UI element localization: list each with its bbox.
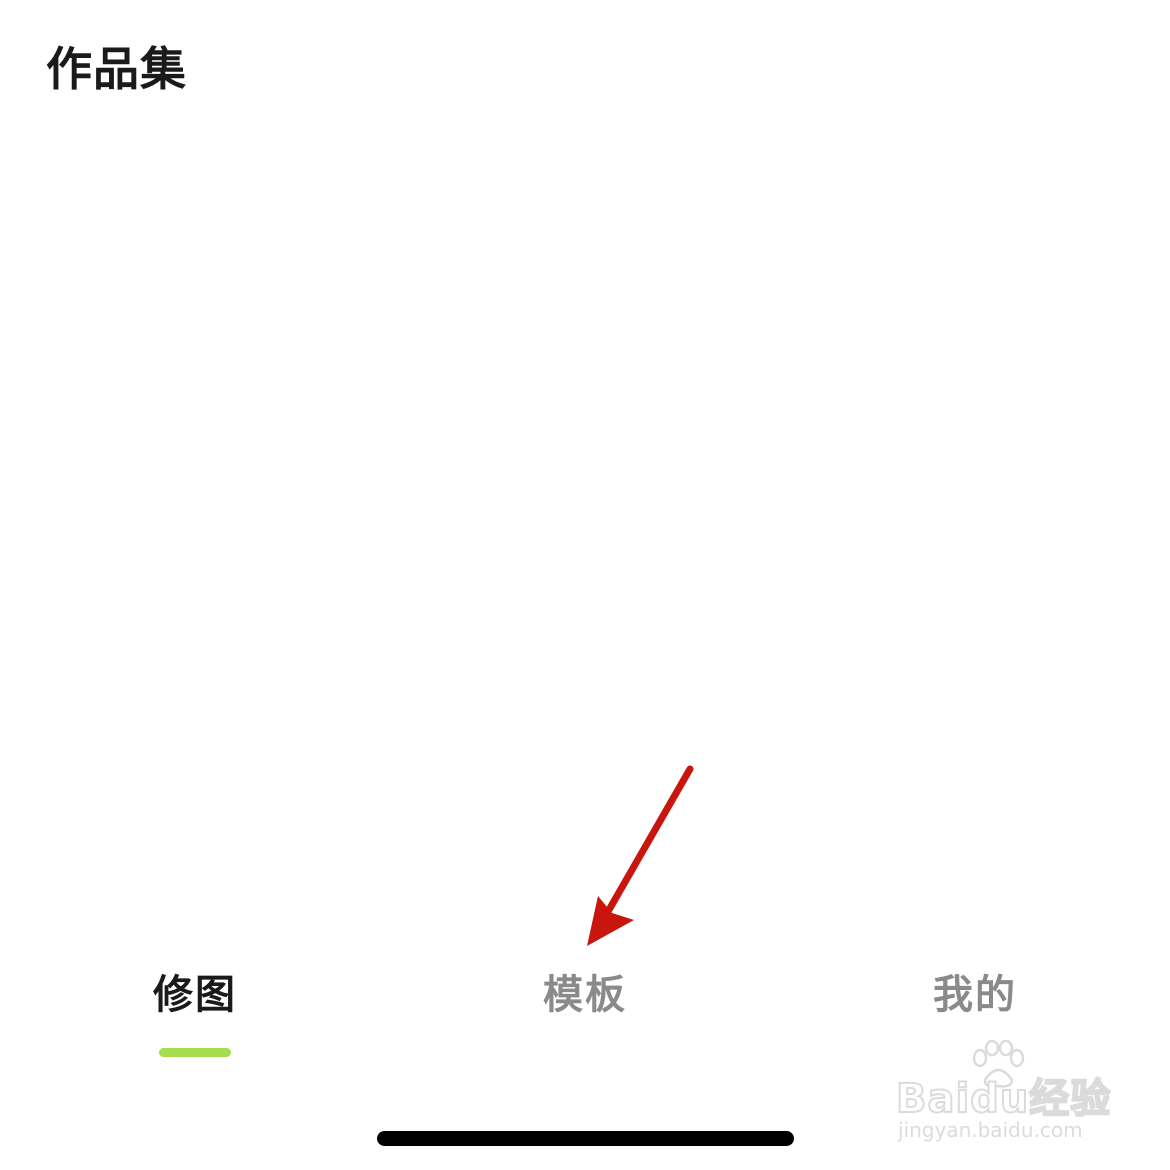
tab-templates[interactable]: 模板: [485, 960, 685, 1060]
home-indicator[interactable]: [377, 1131, 794, 1146]
active-tab-indicator: [159, 1048, 231, 1057]
watermark-url-text: jingyan.baidu.com: [898, 1118, 1083, 1142]
tab-mine-label: 我的: [933, 972, 1017, 1018]
tab-templates-label: 模板: [543, 972, 627, 1018]
portfolio-content-area: [0, 130, 1170, 930]
watermark-logo-text: Baidu经验: [895, 1075, 1112, 1123]
tab-retouch-label: 修图: [153, 972, 237, 1018]
tab-retouch[interactable]: 修图: [95, 960, 295, 1060]
baidu-jingyan-watermark: Baidu经验 jingyan.baidu.com: [895, 1040, 1126, 1150]
page-title: 作品集: [46, 42, 187, 96]
